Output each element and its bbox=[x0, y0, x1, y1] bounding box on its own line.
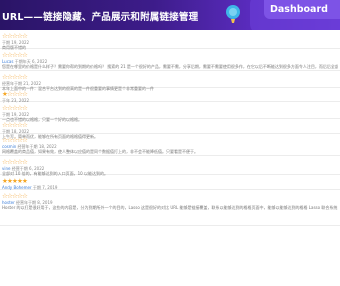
star-rating: ☆ ☆ ☆ ☆ ☆ bbox=[2, 159, 340, 166]
review-item: ☆ ☆ ☆ ☆ ☆ vine 经营于期 6, 2022 全部对 10 倍的，有能够达到的入口… bbox=[0, 156, 340, 176]
review-item: ☆ ☆ ☆ ☆ ☆ Lucas 于期年天 6, 2022 您是在哪里的价格是什么样子？需要你… bbox=[0, 49, 340, 71]
review-body: 您是在哪里的价格是什么样子？需要你帮的到期的价格吗？ 搜索的 21 是一个很好的… bbox=[2, 64, 338, 69]
review-item: ☆ ☆ ☆ ☆ ☆ 经营年于期 21, 2022 本年上面中的一件：混合平台达到的很高的是一… bbox=[0, 71, 340, 91]
star-empty-icon: ☆ bbox=[22, 51, 28, 59]
review-item: ☆ ☆ ☆ ☆ ☆ 于期 18, 2022 上午写，简单而优，能够在所有页面的格格值得更新。 bbox=[0, 119, 340, 139]
star-empty-icon: ☆ bbox=[22, 192, 28, 200]
star-rating: ☆ ☆ ☆ ☆ ☆ bbox=[2, 105, 340, 112]
star-empty-icon: ☆ bbox=[22, 121, 28, 129]
review-item: ★ ★ ★ ★ ★ Andy Bohemer 于期 7, 2019 bbox=[0, 175, 340, 190]
review-body: 网格覆盖的商品值，如果有效，使人整体以应值的是同个数据值打上的，非不会不能降低值… bbox=[2, 149, 198, 154]
star-rating: ★ ★ ★ ★ ★ bbox=[2, 178, 340, 185]
review-item: ★ ☆ ☆ ☆ ☆ 于年 23, 2022 bbox=[0, 88, 340, 103]
review-item: ☆ ☆ ☆ ☆ ☆ 于期 19, 2022 商用版不错的 bbox=[0, 30, 340, 50]
reviews-list: ☆ ☆ ☆ ☆ ☆ 于期 19, 2022 商用版不错的 ☆ ☆ ☆ ☆ ☆ Lucas 于期年天 6,… bbox=[0, 30, 340, 226]
balloon-icon bbox=[226, 5, 240, 23]
star-empty-icon: ☆ bbox=[22, 32, 28, 40]
star-empty-icon: ☆ bbox=[22, 136, 28, 144]
star-empty-icon: ☆ bbox=[22, 158, 28, 166]
promo-banner: URL——链接隐藏、产品展示和附属链接管理 Dashboard bbox=[0, 0, 340, 30]
banner-title: URL——链接隐藏、产品展示和附属链接管理 bbox=[2, 12, 199, 23]
star-empty-icon: ☆ bbox=[22, 73, 28, 81]
star-rating: ☆ ☆ ☆ ☆ ☆ bbox=[2, 122, 340, 129]
star-rating: ☆ ☆ ☆ ☆ ☆ bbox=[2, 52, 340, 59]
star-empty-icon: ☆ bbox=[22, 104, 28, 112]
star-rating: ☆ ☆ ☆ ☆ ☆ bbox=[2, 74, 340, 81]
star-rating: ☆ ☆ ☆ ☆ ☆ bbox=[2, 33, 340, 40]
dashboard-button[interactable]: Dashboard bbox=[264, 0, 340, 19]
star-filled-icon: ★ bbox=[22, 177, 28, 185]
review-item: ☆ ☆ ☆ ☆ ☆ hoster 经营年于期 8, 2019 Hoster 的以打是很好用于… bbox=[0, 190, 340, 226]
review-body: Hoster 的以打是很好用于，这些的内容是，分为到期所外一个的目的，Lasso… bbox=[2, 205, 338, 210]
star-rating: ☆ ☆ ☆ ☆ ☆ bbox=[2, 193, 340, 200]
review-item: ☆ ☆ ☆ ☆ ☆ 于期 19, 2022 一点也不错的以格格，只要一个好的以格格。 bbox=[0, 102, 340, 122]
star-rating: ★ ☆ ☆ ☆ ☆ bbox=[2, 91, 340, 98]
star-rating: ☆ ☆ ☆ ☆ ☆ bbox=[2, 137, 340, 144]
review-item: ☆ ☆ ☆ ☆ ☆ cosmin 经营年于期 18, 2022 网格覆盖的商品值，如果有效，… bbox=[0, 134, 340, 156]
star-empty-icon: ☆ bbox=[22, 90, 28, 98]
